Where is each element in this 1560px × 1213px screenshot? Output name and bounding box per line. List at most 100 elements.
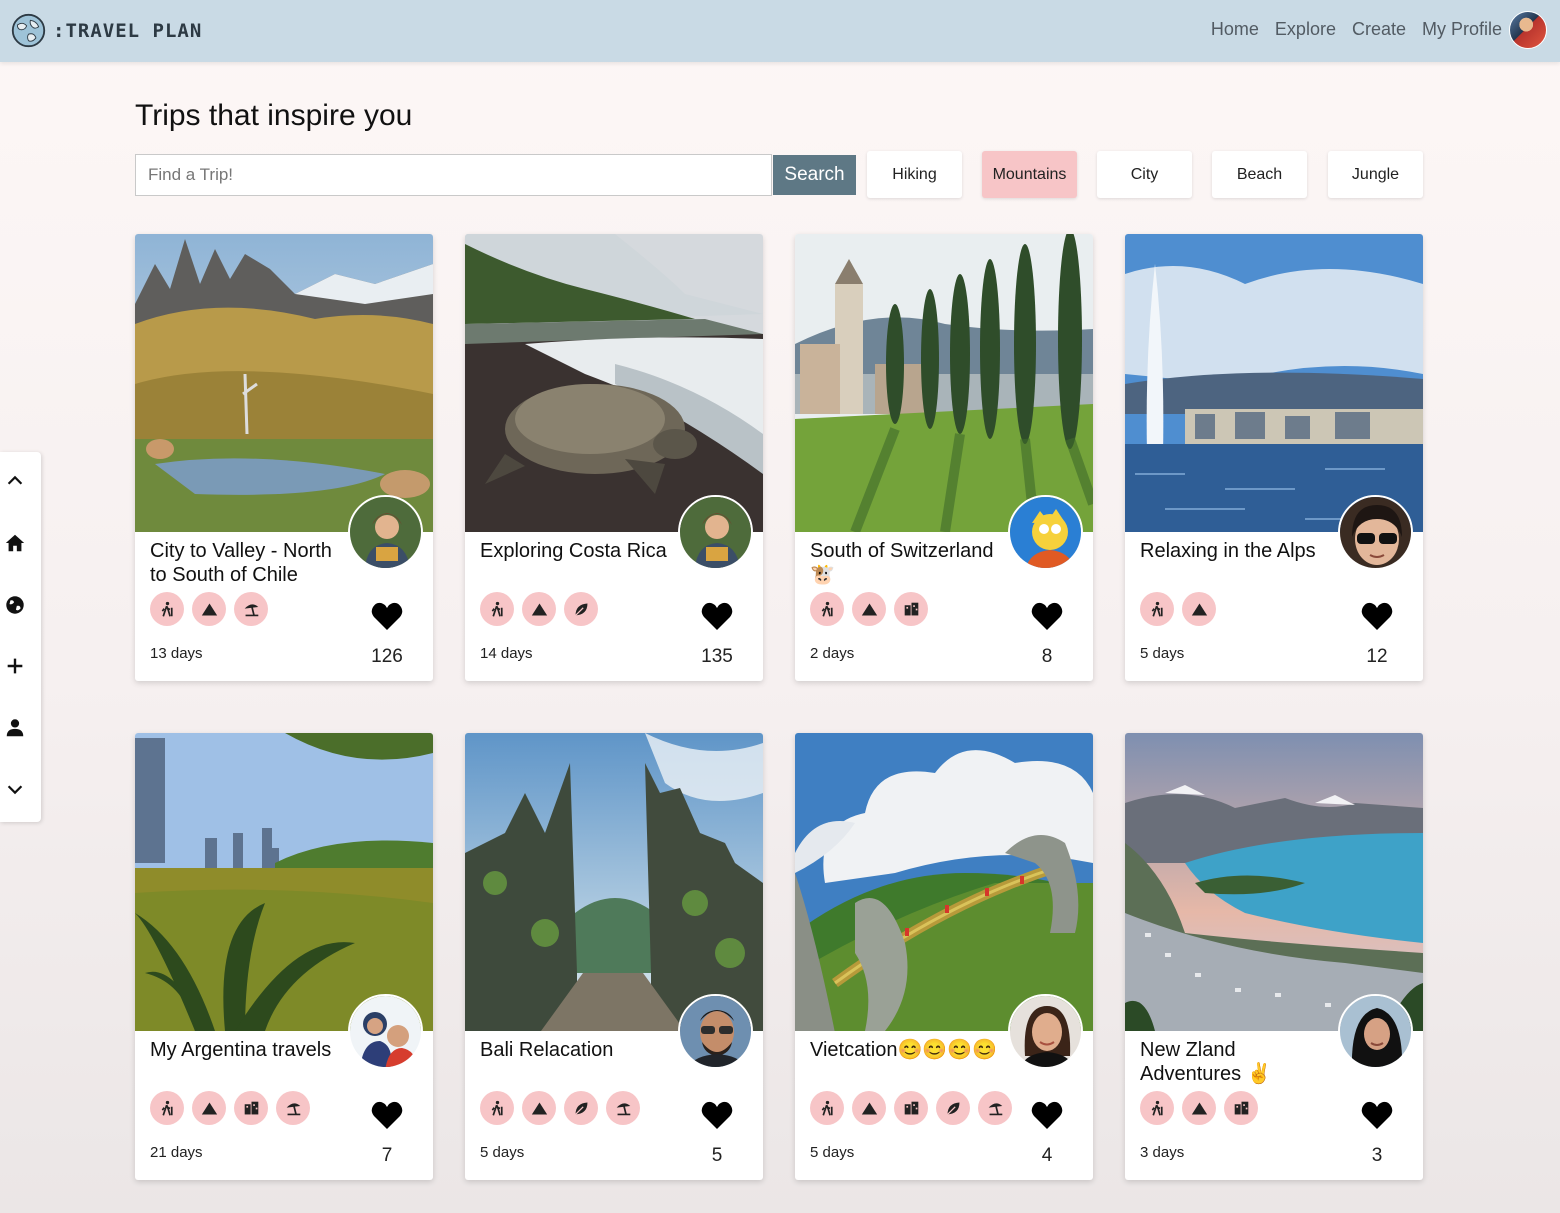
beach-icon [606,1091,640,1125]
side-navigation [0,452,41,822]
author-avatar[interactable] [348,994,423,1069]
trip-title[interactable]: Bali Relacation [480,1038,675,1062]
globe-icon[interactable] [4,594,26,616]
mountain-icon [1182,1091,1216,1125]
trip-card[interactable]: My Argentina travels 21 days 7 [135,733,433,1180]
jungle-icon [936,1091,970,1125]
author-avatar[interactable] [1008,495,1083,570]
like-count: 4 [1041,1145,1053,1166]
trip-image[interactable] [795,733,1093,1031]
hiking-icon [150,592,184,626]
chevron-down-icon[interactable] [4,778,26,800]
home-icon[interactable] [4,532,26,554]
jungle-icon [564,592,598,626]
trip-title[interactable]: South of Switzerland 🐮 [810,539,1005,587]
hiking-icon [150,1091,184,1125]
trip-image[interactable] [135,733,433,1031]
like-heart-icon[interactable] [1361,601,1393,631]
trip-duration: 5 days [480,1144,525,1161]
author-avatar[interactable] [1338,994,1413,1069]
like-heart-icon[interactable] [371,601,403,631]
trip-title[interactable]: Exploring Costa Rica [480,539,675,563]
trip-image[interactable] [1125,234,1423,532]
hiking-icon [480,592,514,626]
nav-my-profile-link[interactable]: My Profile [1422,19,1502,40]
mountain-icon [1182,592,1216,626]
mountain-icon [852,592,886,626]
trip-image[interactable] [465,234,763,532]
logo-text: :TRAVEL PLAN [53,19,203,42]
trip-image[interactable] [795,234,1093,532]
globe-logo-icon [11,13,46,48]
beach-icon [234,592,268,626]
mountain-icon [522,592,556,626]
plus-icon[interactable] [4,655,26,677]
trip-card[interactable]: City to Valley - North to South of Chile… [135,234,433,681]
trip-image[interactable] [1125,733,1423,1031]
like-count: 5 [711,1145,723,1166]
logo[interactable]: :TRAVEL PLAN [10,12,202,49]
trip-card[interactable]: Vietcation😊😊😊😊 5 days 4 [795,733,1093,1180]
city-icon [894,592,928,626]
chevron-up-icon[interactable] [4,470,26,492]
trip-card[interactable]: Bali Relacation 5 days 5 [465,733,763,1180]
mountain-icon [192,592,226,626]
like-heart-icon[interactable] [1031,601,1063,631]
profile-avatar[interactable] [1509,11,1547,49]
filter-mountains[interactable]: Mountains [982,151,1077,198]
hiking-icon [810,592,844,626]
author-avatar[interactable] [1338,495,1413,570]
nav-create-link[interactable]: Create [1352,19,1406,40]
filter-jungle[interactable]: Jungle [1328,151,1423,198]
trip-duration: 21 days [150,1144,203,1161]
city-icon [234,1091,268,1125]
trip-duration: 3 days [1140,1144,1185,1161]
like-heart-icon[interactable] [1031,1100,1063,1130]
author-avatar[interactable] [678,994,753,1069]
hiking-icon [1140,1091,1174,1125]
trip-image[interactable] [135,234,433,532]
trip-title[interactable]: My Argentina travels [150,1038,345,1062]
like-heart-icon[interactable] [701,1100,733,1130]
search-button[interactable]: Search [773,155,856,195]
trip-duration: 14 days [480,645,533,662]
filter-beach[interactable]: Beach [1212,151,1307,198]
navbar: :TRAVEL PLAN Home Explore Create My Prof… [0,0,1560,62]
trip-title[interactable]: New Zland Adventures ✌ [1140,1038,1335,1086]
user-icon[interactable] [4,717,26,739]
filter-city[interactable]: City [1097,151,1192,198]
search-input[interactable] [135,154,772,196]
beach-icon [276,1091,310,1125]
like-count: 3 [1371,1145,1383,1166]
city-icon [1224,1091,1258,1125]
trip-card[interactable]: South of Switzerland 🐮 2 days 8 [795,234,1093,681]
trip-duration: 2 days [810,645,855,662]
nav-home-link[interactable]: Home [1211,19,1259,40]
trip-card[interactable]: Exploring Costa Rica 14 days 135 [465,234,763,681]
like-count: 126 [371,646,403,667]
author-avatar[interactable] [348,495,423,570]
hiking-icon [1140,592,1174,626]
trip-image[interactable] [465,733,763,1031]
hiking-icon [480,1091,514,1125]
like-count: 7 [381,1145,393,1166]
mountain-icon [522,1091,556,1125]
trip-title[interactable]: City to Valley - North to South of Chile [150,539,345,587]
city-icon [894,1091,928,1125]
like-heart-icon[interactable] [701,601,733,631]
trip-title[interactable]: Relaxing in the Alps [1140,539,1335,563]
like-heart-icon[interactable] [371,1100,403,1130]
hiking-icon [810,1091,844,1125]
filter-hiking[interactable]: Hiking [867,151,962,198]
author-avatar[interactable] [1008,994,1083,1069]
author-avatar[interactable] [678,495,753,570]
trip-card[interactable]: New Zland Adventures ✌ 3 days 3 [1125,733,1423,1180]
like-count: 135 [701,646,733,667]
page-title: Trips that inspire you [135,99,413,132]
trip-card[interactable]: Relaxing in the Alps 5 days 12 [1125,234,1423,681]
nav-explore-link[interactable]: Explore [1275,19,1336,40]
trip-duration: 5 days [1140,645,1185,662]
trip-duration: 5 days [810,1144,855,1161]
trip-title[interactable]: Vietcation😊😊😊😊 [810,1038,1005,1062]
like-heart-icon[interactable] [1361,1100,1393,1130]
